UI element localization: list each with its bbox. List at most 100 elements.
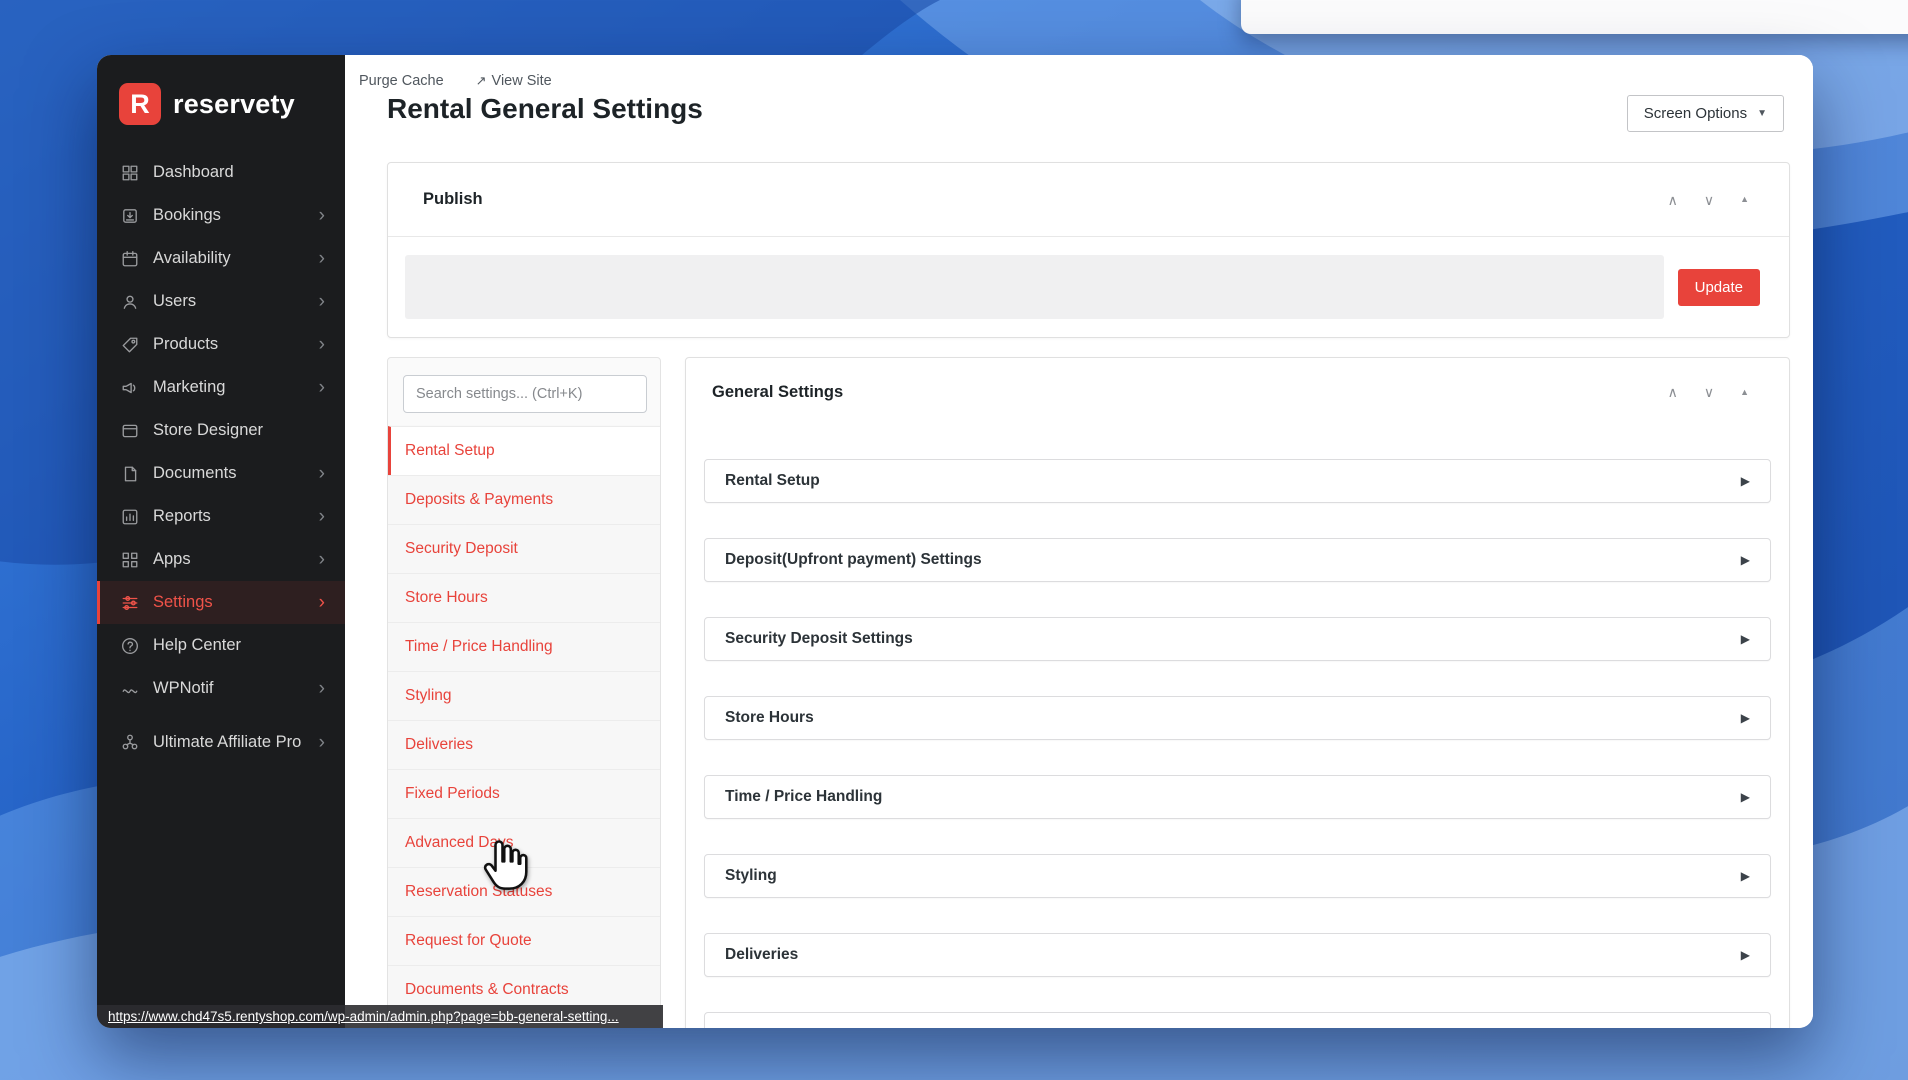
settings-nav-item-styling[interactable]: Styling — [388, 671, 660, 720]
status-url: https://www.chd47s5.rentyshop.com/wp-adm… — [97, 1005, 663, 1028]
accordion-list: Rental Setup ▶ Deposit(Upfront payment) Se… — [686, 426, 1789, 1028]
sidebar-item-store-designer[interactable]: Store Designer — [97, 409, 345, 452]
sidebar-item-marketing[interactable]: Marketing › — [97, 366, 345, 409]
publish-panel-title: Publish — [423, 190, 483, 208]
sidebar-item-label: Dashboard — [153, 163, 234, 182]
sidebar-item-reports[interactable]: Reports › — [97, 495, 345, 538]
calendar-icon — [121, 250, 139, 268]
chevron-right-icon: › — [318, 248, 325, 269]
collapse-panel-icon[interactable]: ▲ — [1740, 195, 1749, 204]
dashboard-icon — [121, 164, 139, 182]
accordion-row-store-hours[interactable]: Store Hours ▶ — [704, 696, 1771, 740]
publish-panel-header: Publish ∧ ∨ ▲ — [388, 163, 1789, 237]
accordion-row-label: Rental Setup — [725, 472, 820, 489]
settings-nav-item-reservation-statuses[interactable]: Reservation Statuses — [388, 867, 660, 916]
view-site-link[interactable]: ↗ View Site — [476, 73, 552, 89]
products-icon — [121, 336, 139, 354]
documents-icon — [121, 465, 139, 483]
move-up-icon[interactable]: ∧ — [1668, 385, 1678, 399]
chevron-right-icon: › — [318, 592, 325, 613]
settings-nav-item-deposits-payments[interactable]: Deposits & Payments — [388, 475, 660, 524]
sidebar-item-label: Ultimate Affiliate Pro — [153, 732, 302, 751]
chevron-right-icon: ▶ — [1740, 632, 1750, 646]
move-up-icon[interactable]: ∧ — [1668, 193, 1678, 207]
sidebar-item-label: Settings — [153, 593, 213, 612]
panel-controls: ∧ ∨ ▲ — [1668, 193, 1749, 207]
chevron-right-icon: ▶ — [1740, 553, 1750, 567]
accordion-row-deliveries[interactable]: Deliveries ▶ — [704, 933, 1771, 977]
accordion-row-deposit-upfront-payment-settings[interactable]: Deposit(Upfront payment) Settings ▶ — [704, 538, 1771, 582]
settings-nav-item-label: Store Hours — [405, 589, 488, 606]
sidebar-item-settings[interactable]: Settings › — [97, 581, 345, 624]
chevron-right-icon: › — [318, 463, 325, 484]
panel-controls: ∧ ∨ ▲ — [1668, 385, 1749, 399]
settings-nav-item-label: Deposits & Payments — [405, 491, 554, 508]
chevron-right-icon: › — [318, 506, 325, 527]
publish-placeholder-box — [405, 255, 1664, 319]
publish-panel: Publish ∧ ∨ ▲ Update — [387, 162, 1790, 338]
chevron-right-icon: ▶ — [1740, 711, 1750, 725]
page-title: Rental General Settings — [387, 93, 703, 124]
move-down-icon[interactable]: ∨ — [1704, 385, 1714, 399]
sidebar-item-label: Reports — [153, 507, 211, 526]
search-input[interactable] — [403, 375, 647, 413]
accordion-row-label: Security Deposit Settings — [725, 630, 913, 647]
sidebar-item-availability[interactable]: Availability › — [97, 237, 345, 280]
view-site-label: View Site — [491, 73, 552, 89]
sidebar-item-dashboard[interactable]: Dashboard — [97, 151, 345, 194]
chevron-right-icon: › — [318, 377, 325, 398]
chevron-right-icon: › — [318, 334, 325, 355]
chevron-right-icon: › — [318, 731, 325, 753]
bookings-icon — [121, 207, 139, 225]
sidebar-item-label: Availability — [153, 249, 231, 268]
sidebar-item-label: Store Designer — [153, 421, 264, 440]
chevron-right-icon: ▶ — [1740, 474, 1750, 488]
purge-cache-link[interactable]: Purge Cache — [359, 73, 444, 89]
sidebar-item-documents[interactable]: Documents › — [97, 452, 345, 495]
settings-nav-item-advanced-days[interactable]: Advanced Days — [388, 818, 660, 867]
settings-nav-item-label: Security Deposit — [405, 540, 518, 557]
accordion-row-rental-setup[interactable]: Rental Setup ▶ — [704, 459, 1771, 503]
settings-nav-item-store-hours[interactable]: Store Hours — [388, 573, 660, 622]
sidebar-item-label: WPNotif — [153, 679, 214, 698]
background-window — [1241, 0, 1908, 34]
sidebar-item-ultimate-affiliate-pro[interactable]: Ultimate Affiliate Pro › — [97, 710, 345, 774]
sidebar: R reservety Dashboard Bookings › Availabili… — [97, 55, 345, 1028]
settings-nav-item-deliveries[interactable]: Deliveries — [388, 720, 660, 769]
settings-nav-list: Rental Setup Deposits & Payments Security … — [388, 426, 660, 1014]
settings-nav-panel: Rental Setup Deposits & Payments Security … — [387, 357, 661, 1028]
accordion-row-label: Deliveries — [725, 946, 799, 963]
accordion-row-time-price-handling[interactable]: Time / Price Handling ▶ — [704, 775, 1771, 819]
sidebar-item-users[interactable]: Users › — [97, 280, 345, 323]
settings-nav-item-time-price-handling[interactable]: Time / Price Handling — [388, 622, 660, 671]
update-button[interactable]: Update — [1677, 268, 1760, 306]
accordion-row-partial[interactable] — [704, 1012, 1771, 1028]
main-content: Purge Cache ↗ View Site Rental General S… — [345, 55, 1813, 1028]
external-link-icon: ↗ — [475, 73, 487, 88]
general-settings-title: General Settings — [712, 382, 844, 401]
sidebar-item-wpnotif[interactable]: WPNotif › — [97, 667, 345, 710]
screen-options-button[interactable]: Screen Options ▼ — [1626, 95, 1784, 132]
sidebar-item-products[interactable]: Products › — [97, 323, 345, 366]
settings-search — [403, 375, 647, 413]
affiliate-icon — [121, 733, 139, 751]
move-down-icon[interactable]: ∨ — [1704, 193, 1714, 207]
sidebar-item-label: Documents — [153, 464, 237, 483]
chevron-right-icon: › — [318, 678, 325, 699]
apps-icon — [121, 551, 139, 569]
sidebar-item-apps[interactable]: Apps › — [97, 538, 345, 581]
collapse-panel-icon[interactable]: ▲ — [1740, 387, 1749, 397]
accordion-row-styling[interactable]: Styling ▶ — [704, 854, 1771, 898]
sidebar-item-help-center[interactable]: Help Center — [97, 624, 345, 667]
admin-quicklinks: Purge Cache ↗ View Site — [359, 73, 552, 89]
brand-logo[interactable]: R reservety — [97, 73, 345, 151]
settings-nav-item-fixed-periods[interactable]: Fixed Periods — [388, 769, 660, 818]
sidebar-item-bookings[interactable]: Bookings › — [97, 194, 345, 237]
marketing-icon — [121, 379, 139, 397]
settings-nav-item-security-deposit[interactable]: Security Deposit — [388, 524, 660, 573]
sidebar-item-label: Apps — [153, 550, 191, 569]
settings-nav-item-rental-setup[interactable]: Rental Setup — [388, 426, 660, 475]
publish-panel-body: Update — [388, 237, 1789, 319]
settings-nav-item-request-for-quote[interactable]: Request for Quote — [388, 916, 660, 965]
accordion-row-security-deposit-settings[interactable]: Security Deposit Settings ▶ — [704, 617, 1771, 661]
